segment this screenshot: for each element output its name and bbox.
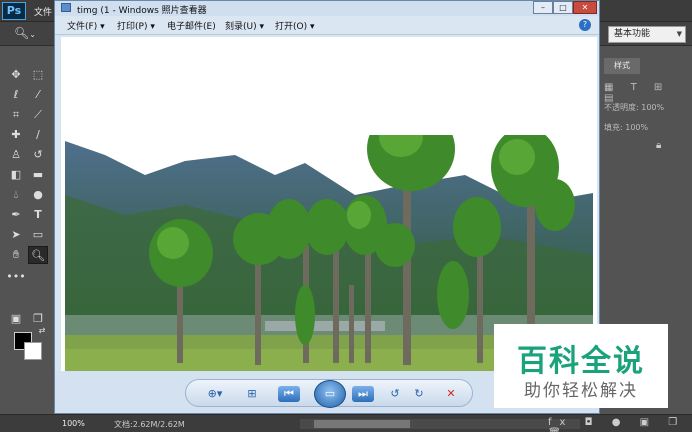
rotate-left-icon[interactable]: ↺	[386, 386, 404, 402]
photoshop-logo: Ps	[2, 2, 26, 20]
background-color-swatch[interactable]	[24, 342, 42, 360]
delete-icon[interactable]: ✕	[442, 386, 460, 402]
dodge-icon[interactable]: ●	[28, 186, 48, 204]
status-bar: 100% 文档:2.62M/2.62M fx ◘ ● ▣ ❐ 🗑︎	[0, 414, 692, 432]
menu-email[interactable]: 电子邮件(E)	[167, 19, 216, 32]
viewer-menu-bar: 文件(F) ▾ 打印(P) ▾ 电子邮件(E) 刻录(U) ▾ 打开(O) ▾ …	[55, 16, 599, 35]
menu-file-partial[interactable]: 文件	[34, 5, 52, 18]
shape-icon[interactable]: ▭	[28, 226, 48, 244]
lasso-icon[interactable]: ℓ	[6, 86, 26, 104]
gradient-icon[interactable]: ▬	[28, 166, 48, 184]
title-bar[interactable]: timg (1 - Windows 照片查看器 – □ ✕	[55, 1, 599, 16]
zoom-tool-icon[interactable]: 🔍︎⌄	[14, 26, 36, 40]
menu-open[interactable]: 打开(O) ▾	[275, 19, 315, 32]
tools-panel: ✥ ⬚ ℓ ⁄ ⌗ ⟋ ✚ ∕ ♙ ↺ ◧ ▬ 💧︎ ● ✒ T ➤ ▭ ✋︎ …	[0, 60, 50, 412]
layer-filter-icons[interactable]: ▦ T ⊞ ▤	[604, 82, 692, 104]
previous-button[interactable]: ⏮	[278, 386, 300, 402]
workspace-select[interactable]: 基本功能	[608, 26, 686, 43]
healing-icon[interactable]: ✚	[6, 126, 26, 144]
slideshow-button[interactable]: ▭	[314, 380, 346, 408]
path-select-icon[interactable]: ➤	[6, 226, 26, 244]
help-icon[interactable]: ?	[579, 19, 591, 31]
menu-file[interactable]: 文件(F) ▾	[67, 19, 105, 32]
stamp-icon[interactable]: ♙	[6, 146, 26, 164]
type-icon[interactable]: T	[28, 206, 48, 224]
rotate-right-icon[interactable]: ↻	[410, 386, 428, 402]
more-tools-icon[interactable]: •••	[6, 268, 26, 286]
zoom-icon[interactable]: 🔍︎	[28, 246, 48, 264]
eraser-icon[interactable]: ◧	[6, 166, 26, 184]
zoom-in-icon[interactable]: ⊕▾	[204, 386, 226, 402]
scrollbar-thumb[interactable]	[314, 420, 410, 428]
maximize-button[interactable]: □	[553, 1, 573, 14]
watermark-subtitle: 助你轻松解决	[524, 381, 638, 401]
hand-icon[interactable]: ✋︎	[6, 246, 26, 264]
status-doc-size: 文档:2.62M/2.62M	[114, 420, 185, 429]
actual-size-icon[interactable]: ⊞	[242, 386, 262, 402]
playback-controls: ⊕▾ ⊞ ⏮ ▭ ⏭ ↺ ↻ ✕	[185, 379, 473, 408]
next-button[interactable]: ⏭	[352, 386, 374, 402]
blur-icon[interactable]: 💧︎	[6, 186, 26, 204]
pen-icon[interactable]: ✒	[6, 206, 26, 224]
menu-burn[interactable]: 刻录(U) ▾	[225, 19, 264, 32]
watermark-title: 百科全说	[517, 344, 645, 379]
photo-viewer-icon	[61, 3, 71, 12]
menu-print[interactable]: 打印(P) ▾	[117, 19, 155, 32]
window-title: timg (1 - Windows 照片查看器	[77, 6, 207, 16]
lock-icon[interactable]: 🔒︎	[656, 140, 661, 151]
magic-wand-icon[interactable]: ⁄	[28, 86, 48, 104]
quick-mask-icon[interactable]: ▣	[6, 310, 26, 328]
screen-mode-icon[interactable]: ❐	[28, 310, 48, 328]
history-brush-icon[interactable]: ↺	[28, 146, 48, 164]
photo-display-area[interactable]	[61, 37, 597, 371]
marquee-icon[interactable]: ⬚	[28, 66, 48, 84]
minimize-button[interactable]: –	[533, 1, 553, 14]
crop-icon[interactable]: ⌗	[6, 106, 26, 124]
brush-icon[interactable]: ∕	[28, 126, 48, 144]
layer-panel-icons[interactable]: fx ◘ ● ▣ ❐ 🗑︎	[548, 417, 692, 432]
move-icon[interactable]: ✥	[6, 66, 26, 84]
tab-styles[interactable]: 样式	[604, 58, 640, 74]
close-button[interactable]: ✕	[573, 1, 597, 14]
status-zoom[interactable]: 100%	[62, 419, 85, 428]
opacity-label[interactable]: 不透明度: 100%	[604, 102, 664, 113]
horizontal-scrollbar[interactable]	[300, 419, 580, 429]
eyedropper-icon[interactable]: ⟋	[28, 106, 48, 124]
fill-label[interactable]: 填充: 100%	[604, 122, 648, 133]
watermark-logo: 百科全说 助你轻松解决	[494, 324, 668, 408]
